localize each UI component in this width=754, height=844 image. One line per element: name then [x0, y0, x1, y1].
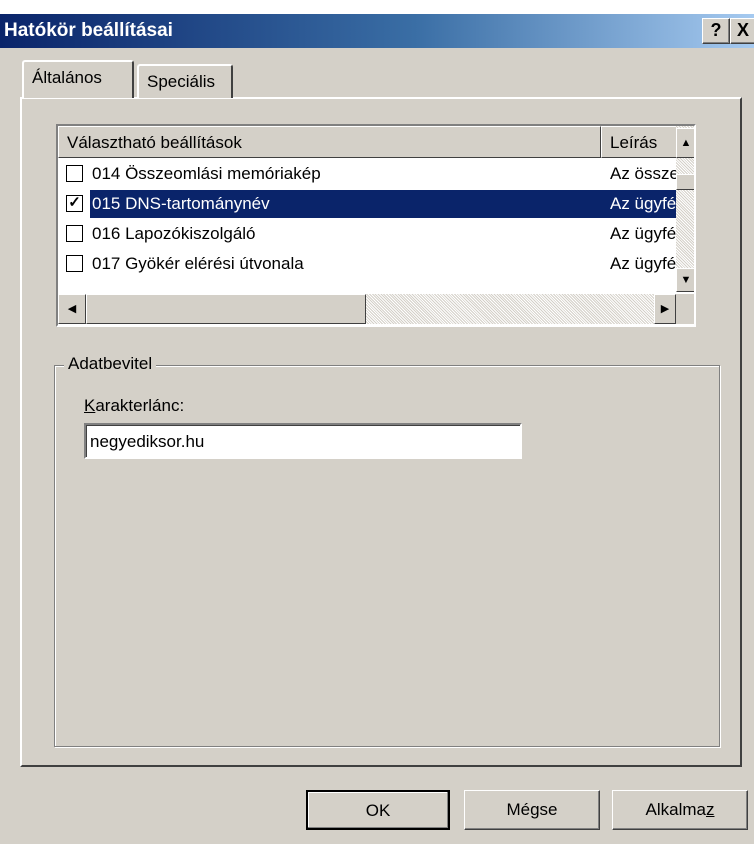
option-checkbox[interactable]: ✓: [66, 195, 83, 212]
horizontal-scroll-thumb[interactable]: [86, 294, 366, 324]
option-name: 016 Lapozókiszolgáló: [92, 224, 256, 243]
apply-label-text: Alkalma: [645, 800, 706, 819]
string-label-accelerator: K: [84, 396, 96, 415]
vertical-scroll-thumb[interactable]: [676, 174, 694, 190]
option-name: 015 DNS-tartománynév: [92, 194, 270, 213]
apply-button[interactable]: Alkalmaz: [612, 790, 748, 830]
vertical-scrollbar[interactable]: ▲ ▼: [676, 126, 694, 292]
tab-advanced[interactable]: Speciális: [137, 64, 233, 98]
ok-button[interactable]: OK: [306, 790, 450, 830]
option-description: Az ügyfé: [610, 254, 677, 273]
option-checkbox[interactable]: [66, 255, 83, 272]
list-item[interactable]: 014 Összeomlási memóriakép Az össze: [58, 159, 694, 189]
horizontal-scrollbar[interactable]: ◀ ▶: [58, 294, 676, 324]
help-button[interactable]: ?: [702, 18, 730, 44]
scroll-down-icon[interactable]: ▼: [676, 268, 694, 292]
option-checkbox[interactable]: [66, 165, 83, 182]
option-description: Az ügyfé: [610, 194, 677, 213]
available-options-list[interactable]: Választható beállítások Leírás 014 Össze…: [56, 124, 696, 327]
tab-general[interactable]: Általános: [22, 60, 134, 98]
option-name: 014 Összeomlási memóriakép: [92, 164, 321, 183]
scrollbar-corner: [676, 294, 694, 324]
data-entry-group-title: Adatbevitel: [64, 354, 157, 374]
string-label: Karakterlánc:: [84, 396, 184, 416]
list-header: Választható beállítások Leírás: [58, 126, 681, 158]
string-label-text: arakterlánc:: [95, 396, 185, 415]
cancel-button[interactable]: Mégse: [464, 790, 600, 830]
close-button[interactable]: X: [730, 18, 754, 44]
scroll-left-icon[interactable]: ◀: [58, 294, 86, 324]
string-value-field[interactable]: negyediksor.hu: [84, 423, 522, 459]
scroll-up-icon[interactable]: ▲: [676, 128, 694, 158]
option-description: Az ügyfé: [610, 224, 677, 243]
list-item[interactable]: 017 Gyökér elérési útvonala Az ügyfé: [58, 249, 694, 279]
column-header-description[interactable]: Leírás: [601, 126, 681, 158]
window-title: Hatókör beállításai: [4, 20, 173, 41]
screen-top-edge: [0, 0, 754, 14]
scroll-right-icon[interactable]: ▶: [654, 294, 676, 324]
option-name: 017 Gyökér elérési útvonala: [92, 254, 304, 273]
column-header-options[interactable]: Választható beállítások: [58, 126, 601, 158]
title-bar[interactable]: Hatókör beállításai ? X: [0, 14, 754, 48]
list-item[interactable]: 016 Lapozókiszolgáló Az ügyfé: [58, 219, 694, 249]
option-checkbox[interactable]: [66, 225, 83, 242]
list-item[interactable]: ✓ 015 DNS-tartománynév Az ügyfé: [58, 189, 694, 219]
option-description: Az össze: [610, 164, 679, 183]
apply-label-accelerator: z: [705, 800, 715, 819]
